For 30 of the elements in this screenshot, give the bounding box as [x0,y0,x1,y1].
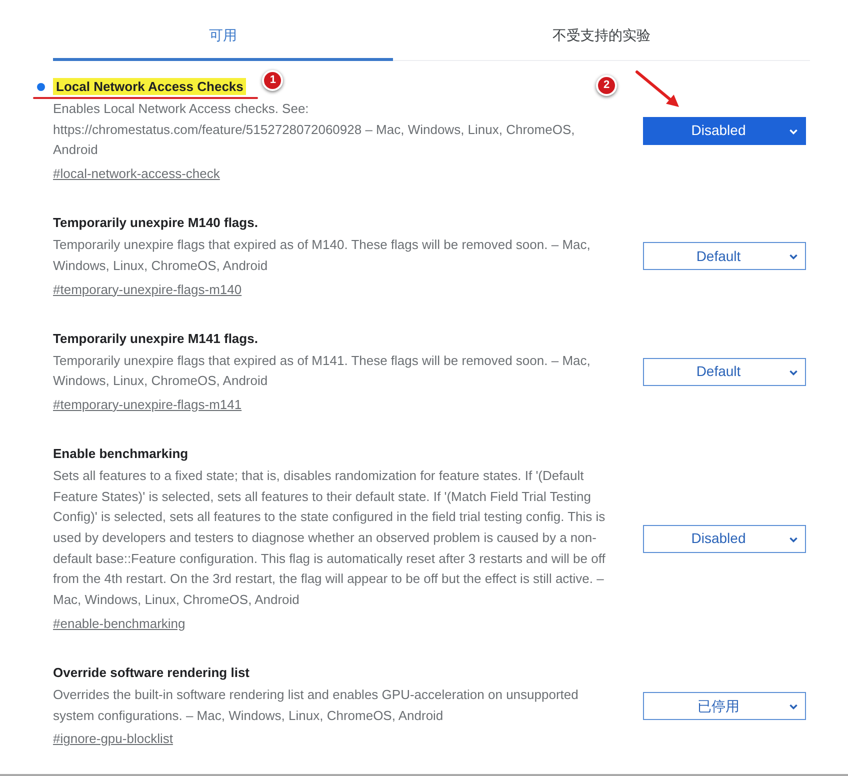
flag-title: Override software rendering list [53,664,250,680]
flag-description: Sets all features to a fixed state; that is, disables randomization for feature states. If '(Default Feature States)' is selected, sets all features to their default state. If '(Match Field Trial Testing Config)' is selected, sets all features to the state configured in the field trial testing config. This is used by developers and testers to diagnose whether an observed problem is caused by a non-default base::Feature configuration. This flag is automatically reset after 3 restarts and will be off from the 4th restart. On the 3rd restart, the flag will appear to be off but the effect is still active. – Mac, Windows, Linux, ChromeOS, Android [53,466,606,610]
annotation-arrow [635,70,681,109]
flag-title: Temporarily unexpire M141 flags. [53,330,258,346]
chevron-down-icon [789,704,798,710]
flag-anchor-link[interactable]: #enable-benchmarking [53,612,186,634]
flag-description: Enables Local Network Access checks. See: https://chromestatus.com/feature/5152728072060928 – Mac, Windows, Linux, ChromeOS, Android [53,100,576,160]
step-number-marker: 1 [262,70,284,91]
step-number-marker: 2 [596,74,617,96]
flag-dropdown[interactable]: 已停用 [643,692,806,720]
flag-dropdown[interactable]: Disabled [643,116,806,145]
flag-title: Temporarily unexpire M140 flags. [53,215,258,230]
flag-dropdown[interactable]: Default [643,358,806,386]
flag-dropdown[interactable]: Default [643,242,806,270]
flag-title: Enable benchmarking [53,446,188,461]
flag-dropdown[interactable]: Disabled [643,524,806,553]
chevron-down-icon [789,370,798,376]
flag-title: Local Network Access Checks [53,78,246,95]
flag-anchor-link[interactable]: #temporary-unexpire-flags-m140 [53,278,242,300]
flag-description: Temporarily unexpire flags that expired as of M140. These flags will be removed soon. – Mac, Windows, Linux, ChromeOS, Android [53,236,592,275]
tab[interactable]: 不受支持的实验 [393,10,810,61]
flag-description: Temporarily unexpire flags that expired as of M141. These flags will be removed soon. – Mac, Windows, Linux, ChromeOS, Android [53,352,592,390]
flag-anchor-link[interactable]: #local-network-access-check [53,163,220,184]
chevron-down-icon [789,128,798,135]
chevron-down-icon [789,536,798,543]
chevron-down-icon [789,254,798,260]
flag-anchor-link[interactable]: #temporary-unexpire-flags-m141 [53,394,242,415]
flag-anchor-link[interactable]: #ignore-gpu-blocklist [53,728,173,750]
tab[interactable]: 可用 [53,10,393,61]
flag-description: Overrides the built-in software rendering list and enables GPU-acceleration on unsupported system configurations. – Mac, Windows, Linux, ChromeOS, Android [53,686,580,725]
